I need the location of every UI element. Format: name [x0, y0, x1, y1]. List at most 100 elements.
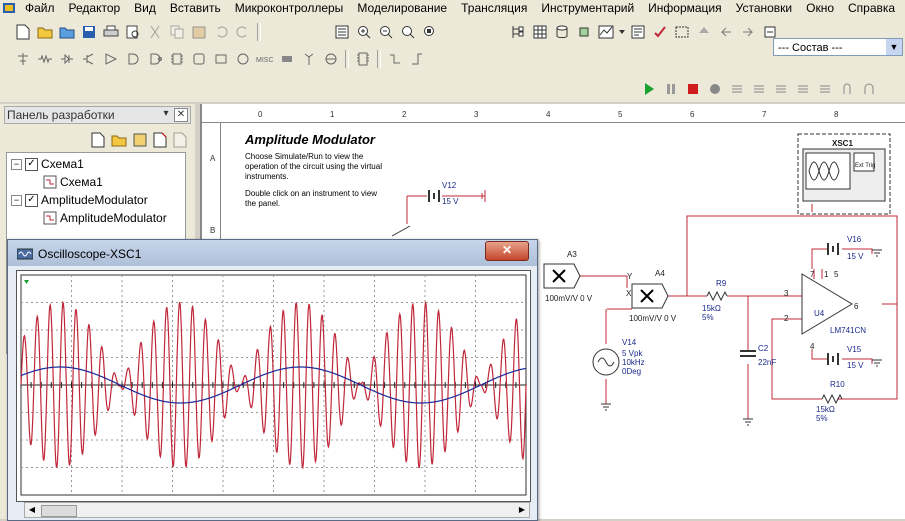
mixed-component-icon[interactable] [211, 49, 231, 69]
collapse-icon[interactable]: − [11, 194, 22, 206]
menu-item[interactable]: Справка [841, 1, 902, 15]
design-toolbox-icon[interactable] [508, 22, 528, 42]
zoom-fit-icon[interactable] [420, 22, 440, 42]
paste-icon[interactable] [189, 22, 209, 42]
run-to-cursor-icon[interactable] [793, 79, 813, 99]
close-icon[interactable]: ✕ [174, 108, 188, 122]
goto-parent-icon[interactable] [694, 22, 714, 42]
svg-text:MISC: MISC [256, 57, 274, 64]
oscilloscope-titlebar[interactable]: Oscilloscope-XSC1 ✕ [8, 240, 537, 266]
redo-icon[interactable] [233, 22, 253, 42]
scroll-right-icon[interactable]: ▶ [515, 503, 529, 517]
step-over-icon[interactable] [749, 79, 769, 99]
ladder-icon[interactable] [321, 49, 341, 69]
grapher-icon[interactable] [596, 22, 616, 42]
analog-component-icon[interactable] [101, 49, 121, 69]
component-wizard-icon[interactable] [574, 22, 594, 42]
menu-item[interactable]: Редактор [62, 1, 128, 15]
menu-item[interactable]: Вставить [163, 1, 228, 15]
bus-icon[interactable] [385, 49, 405, 69]
run-simulation-icon[interactable] [639, 79, 659, 99]
menu-item[interactable]: Файл [18, 1, 62, 15]
basic-component-icon[interactable] [35, 49, 55, 69]
rf-component-icon[interactable] [299, 49, 319, 69]
step-into-icon[interactable] [727, 79, 747, 99]
dropdown-arrow-icon[interactable] [618, 22, 626, 42]
a4-gain: 100mV/V 0 V [629, 314, 677, 323]
tree-item-schema1[interactable]: − ✓ Схема1 [11, 155, 84, 173]
horizontal-scrollbar[interactable]: ◀ ▶ [24, 502, 530, 518]
open-folder-icon[interactable] [35, 22, 55, 42]
database-icon[interactable] [552, 22, 572, 42]
ttl-component-icon[interactable] [123, 49, 143, 69]
hierarchical-block-icon[interactable] [353, 49, 373, 69]
scroll-left-icon[interactable]: ◀ [25, 503, 39, 517]
pin-2: 2 [784, 314, 789, 323]
combo-dropdown-icon[interactable]: ▼ [886, 39, 902, 55]
zoom-in-icon[interactable] [354, 22, 374, 42]
tree-item-label: AmplitudeModulator [60, 211, 167, 225]
electrical-rules-check-icon[interactable] [650, 22, 670, 42]
zoom-out-icon[interactable] [376, 22, 396, 42]
menu-item[interactable]: Информация [641, 1, 728, 15]
menu-item[interactable]: Окно [799, 1, 841, 15]
toggle-grid-icon[interactable] [332, 22, 352, 42]
checkbox-icon[interactable]: ✓ [25, 193, 38, 207]
menu-item[interactable]: Моделирование [350, 1, 454, 15]
remove-breakpoints-icon[interactable] [837, 79, 857, 99]
pin-icon[interactable]: ▾ [160, 108, 172, 120]
transistor-component-icon[interactable] [79, 49, 99, 69]
print-preview-icon[interactable] [123, 22, 143, 42]
copy-icon[interactable] [167, 22, 187, 42]
cmos-component-icon[interactable] [145, 49, 165, 69]
in-use-list-combo[interactable]: --- Состав --- ▼ [773, 38, 903, 56]
save-icon[interactable] [79, 22, 99, 42]
open-design-icon[interactable] [111, 133, 127, 150]
postprocessor-icon[interactable] [628, 22, 648, 42]
electromechanical-icon[interactable] [277, 49, 297, 69]
print-icon[interactable] [101, 22, 121, 42]
cut-icon[interactable] [145, 22, 165, 42]
close-design-icon[interactable] [153, 132, 167, 151]
oscilloscope-window[interactable]: Oscilloscope-XSC1 ✕ ◀ ▶ [7, 239, 538, 521]
undo-icon[interactable] [211, 22, 231, 42]
back-annotate-icon[interactable] [716, 22, 736, 42]
tree-item-amplitude-modulator-sheet[interactable]: AmplitudeModulator [43, 209, 167, 227]
scroll-thumb[interactable] [41, 505, 77, 517]
checkbox-icon[interactable]: ✓ [25, 157, 38, 171]
pause-simulation-icon[interactable] [661, 79, 681, 99]
forward-annotate-icon[interactable] [738, 22, 758, 42]
wire-icon[interactable] [407, 49, 427, 69]
save-design-icon[interactable] [133, 133, 147, 150]
spreadsheet-icon[interactable] [530, 22, 550, 42]
a3-label: A3 [567, 250, 577, 259]
close-all-icon[interactable] [173, 132, 187, 151]
menu-item[interactable]: Вид [127, 1, 163, 15]
advanced-peripherals-icon[interactable] [189, 49, 209, 69]
stop-simulation-icon[interactable] [683, 79, 703, 99]
close-window-button[interactable]: ✕ [485, 241, 529, 261]
a4-label: A4 [655, 269, 665, 278]
misc-component-icon[interactable]: MISC [255, 49, 275, 69]
breakpoint-icon[interactable] [705, 79, 725, 99]
menu-item[interactable]: Микроконтроллеры [228, 1, 351, 15]
tree-item-amplitude-modulator[interactable]: − ✓ AmplitudeModulator [11, 191, 148, 209]
menu-item[interactable]: Инструментарий [534, 1, 641, 15]
new-file-icon[interactable] [13, 22, 33, 42]
mcu-component-icon[interactable] [167, 49, 187, 69]
zoom-area-icon[interactable] [398, 22, 418, 42]
step-out-icon[interactable] [771, 79, 791, 99]
probe-icon[interactable] [859, 79, 879, 99]
source-component-icon[interactable] [13, 49, 33, 69]
new-design-icon[interactable] [91, 132, 105, 151]
menu-item[interactable]: Трансляция [454, 1, 534, 15]
collapse-icon[interactable]: − [11, 158, 22, 170]
capture-area-icon[interactable] [672, 22, 692, 42]
menu-item[interactable]: Установки [729, 1, 799, 15]
tree-item-schema1-sheet[interactable]: Схема1 [43, 173, 103, 191]
indicator-component-icon[interactable] [233, 49, 253, 69]
app-icon[interactable] [2, 1, 16, 15]
open-project-icon[interactable] [57, 22, 77, 42]
toggle-breakpoint-icon[interactable] [815, 79, 835, 99]
diode-component-icon[interactable] [57, 49, 77, 69]
